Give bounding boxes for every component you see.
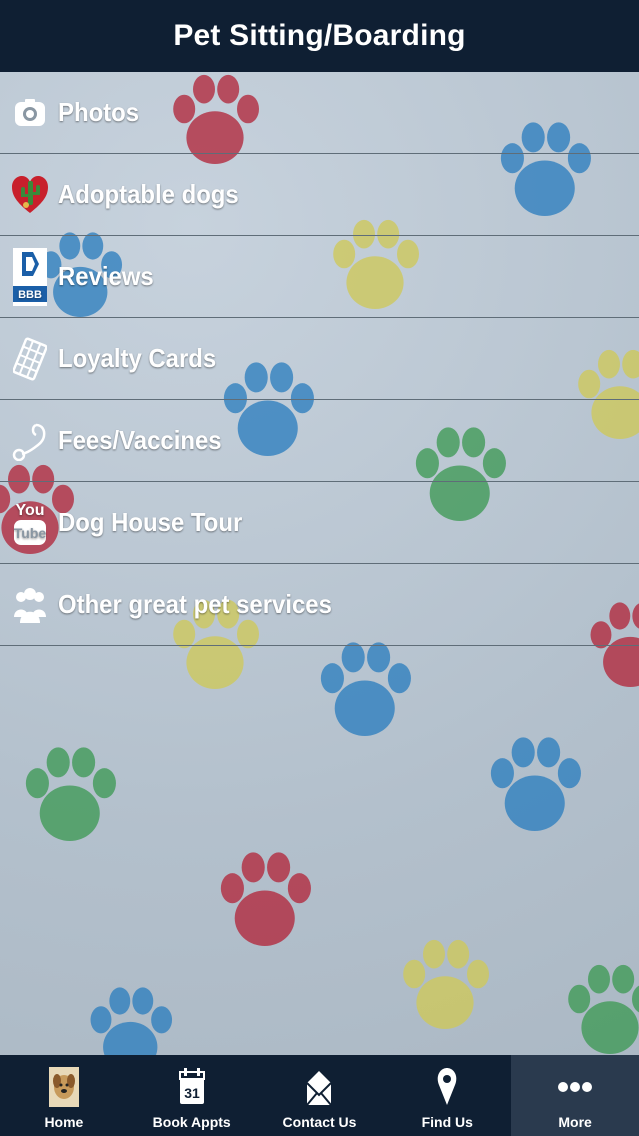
paw-print [568,964,639,1054]
calendar-icon: 31 [178,1064,205,1110]
tab-label: Contact Us [282,1114,357,1130]
stethoscope-icon [12,419,48,463]
menu-item-label: Other great pet services [58,589,332,619]
dog-photo-icon [48,1064,79,1110]
tab-label: More [558,1114,592,1130]
menu-item-label: Loyalty Cards [58,343,217,373]
tab-label: Book Appts [152,1114,231,1130]
more-dots-icon [558,1064,593,1110]
bbb-icon: BBB [12,247,48,306]
menu-item-label: Adoptable dogs [58,179,239,209]
map-pin-icon [436,1064,458,1110]
page-header: Pet Sitting/Boarding [0,0,639,72]
paw-print [26,747,117,842]
tab-find-us[interactable]: Find Us [383,1055,511,1136]
menu-item-reviews[interactable]: BBB Reviews [0,236,639,318]
people-icon [12,583,48,627]
menu-item-loyalty-cards[interactable]: Loyalty Cards [0,318,639,400]
page-title: Pet Sitting/Boarding [173,19,466,52]
youtube-you-text: You [15,502,44,519]
menu-item-dog-house-tour[interactable]: You Tube Dog House Tour [0,482,639,564]
paw-print [221,852,312,947]
tab-book-appts[interactable]: 31 Book Appts [128,1055,256,1136]
camera-icon [12,91,48,135]
menu-item-label: Photos [58,97,140,127]
heart-cactus-icon [12,173,48,217]
youtube-tube-text: Tube [14,525,47,541]
menu-item-fees-vaccines[interactable]: Fees/Vaccines [0,400,639,482]
menu-item-other-pet-services[interactable]: Other great pet services [0,564,639,646]
paw-print [321,642,412,737]
menu-item-label: Reviews [58,261,154,291]
paw-print [491,737,582,832]
youtube-icon: You Tube [12,501,48,545]
menu-list: Photos Adoptable dogs BBB Reviews Loyalt… [0,72,639,646]
menu-item-label: Fees/Vaccines [58,425,222,455]
tab-label: Home [44,1114,84,1130]
tab-label: Find Us [421,1114,473,1130]
menu-item-photos[interactable]: Photos [0,72,639,154]
menu-item-label: Dog House Tour [58,507,243,537]
calendar-day: 31 [184,1085,200,1101]
bbb-text: BBB [18,289,42,301]
tab-home[interactable]: Home [0,1055,128,1136]
bottom-tab-bar: Home 31 Book Appts Contact Us Find Us Mo… [0,1055,639,1136]
paw-print [403,939,489,1029]
tab-more[interactable]: More [511,1055,639,1136]
loyalty-card-icon [12,337,48,381]
menu-item-adoptable-dogs[interactable]: Adoptable dogs [0,154,639,236]
envelope-icon [305,1064,333,1110]
tab-contact-us[interactable]: Contact Us [256,1055,384,1136]
